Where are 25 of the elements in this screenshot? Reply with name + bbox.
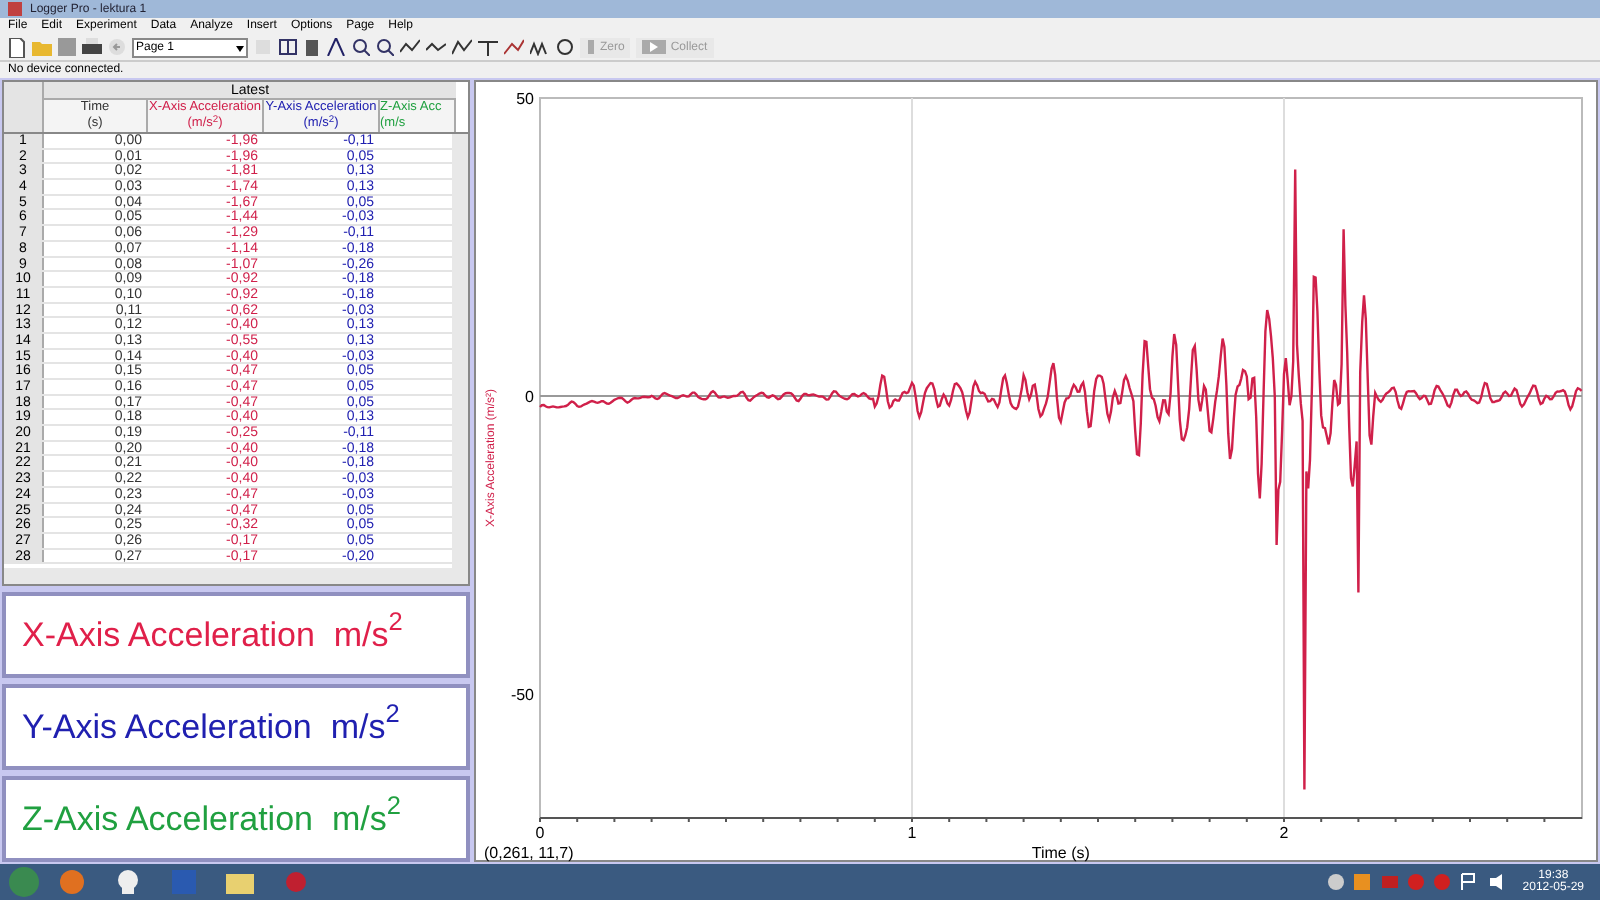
meter-display: Z-Axis Acceleration m/s$^{2}$: [2, 776, 470, 862]
meter-display: Y-Axis Acceleration m/s$^{2}$: [2, 684, 470, 770]
x-tick-label: 1: [907, 824, 917, 842]
print-icon[interactable]: [82, 38, 102, 56]
start-button[interactable]: [8, 866, 40, 898]
y-tick-label: -50: [510, 686, 534, 704]
scrollbar[interactable]: [452, 134, 468, 568]
app-icon: [8, 2, 22, 16]
scrollbar[interactable]: [4, 568, 468, 584]
x-tick-label: 0: [535, 824, 545, 842]
zoom-in-icon[interactable]: [352, 38, 370, 56]
meter-display: X-Axis Acceleration m/s$^{2}$: [2, 592, 470, 678]
table-icon[interactable]: [278, 38, 298, 56]
y-tick-label: 0: [525, 388, 534, 406]
y-tick-label: 50: [516, 90, 534, 108]
bar-icon: [586, 40, 596, 54]
x-tick-label: 2: [1279, 824, 1289, 842]
zoom-out-icon[interactable]: [376, 38, 394, 56]
peaks-icon[interactable]: [530, 38, 550, 56]
x-axis-label: Time (s): [1031, 844, 1090, 862]
new-file-icon[interactable]: [8, 37, 26, 57]
graph-icon[interactable]: [504, 38, 524, 56]
play-icon: [642, 40, 667, 54]
caret-icon: [234, 41, 246, 53]
cursor-readout: (0,261, 11,7): [484, 844, 574, 862]
